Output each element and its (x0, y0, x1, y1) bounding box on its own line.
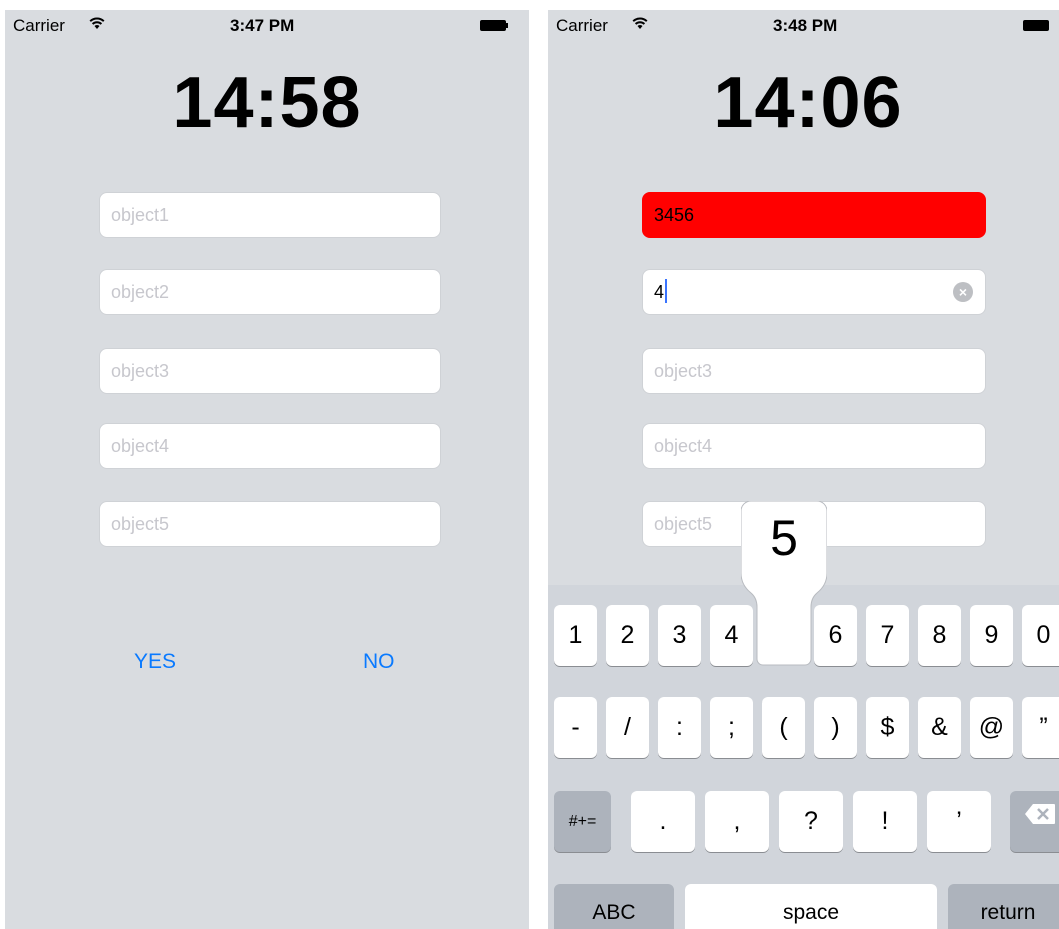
key-at[interactable]: @ (970, 697, 1013, 758)
key-3[interactable]: 3 (658, 605, 701, 666)
key-0[interactable]: 0 (1022, 605, 1059, 666)
return-key[interactable]: return (948, 884, 1059, 929)
left-screen: Carrier 3:47 PM 14:58 object1 object2 ob… (5, 10, 529, 929)
right-screen: Carrier 3:48 PM 14:06 3456 4 × object3 o… (548, 10, 1059, 929)
battery-icon (1023, 20, 1049, 31)
object3-field[interactable]: object3 (99, 348, 441, 394)
key-8[interactable]: 8 (918, 605, 961, 666)
object3-placeholder: object3 (654, 361, 713, 381)
key-slash[interactable]: / (606, 697, 649, 758)
object2-field[interactable]: 4 × (642, 269, 986, 315)
object4-field[interactable]: object4 (99, 423, 441, 469)
object1-value: 3456 (654, 205, 695, 225)
status-bar: Carrier 3:48 PM (548, 10, 1059, 40)
key-apostrophe[interactable]: ’ (927, 791, 991, 852)
battery-tip (506, 23, 508, 28)
status-time: 3:47 PM (230, 16, 295, 35)
object3-field[interactable]: object3 (642, 348, 986, 394)
object2-value: 4 (654, 282, 665, 302)
key-question[interactable]: ? (779, 791, 843, 852)
yes-button[interactable]: YES (134, 650, 176, 674)
key-7[interactable]: 7 (866, 605, 909, 666)
key-period[interactable]: . (631, 791, 695, 852)
delete-key[interactable] (1010, 791, 1059, 852)
key-ampersand[interactable]: & (918, 697, 961, 758)
carrier-label: Carrier (556, 16, 608, 35)
key-1[interactable]: 1 (554, 605, 597, 666)
key-quote[interactable]: ” (1022, 697, 1059, 758)
key-colon[interactable]: : (658, 697, 701, 758)
key-2[interactable]: 2 (606, 605, 649, 666)
status-time: 3:48 PM (773, 16, 838, 35)
no-button[interactable]: NO (363, 650, 395, 674)
status-bar: Carrier 3:47 PM (5, 10, 529, 40)
key-9[interactable]: 9 (970, 605, 1013, 666)
clear-icon[interactable]: × (953, 282, 973, 302)
space-key[interactable]: space (685, 884, 937, 929)
symbols-mode-key[interactable]: #+= (554, 791, 611, 852)
countdown-clock: 14:58 (172, 63, 362, 143)
object2-field[interactable]: object2 (99, 269, 441, 315)
object5-placeholder: object5 (654, 514, 713, 534)
object2-placeholder: object2 (111, 282, 170, 302)
object1-placeholder: object1 (111, 205, 170, 225)
delete-icon (1025, 804, 1055, 824)
abc-key[interactable]: ABC (554, 884, 674, 929)
object5-placeholder: object5 (111, 514, 170, 534)
key-exclamation[interactable]: ! (853, 791, 917, 852)
object1-field[interactable]: object1 (99, 192, 441, 238)
object4-placeholder: object4 (654, 436, 713, 456)
object4-placeholder: object4 (111, 436, 170, 456)
text-caret (665, 279, 668, 303)
key-close-paren[interactable]: ) (814, 697, 857, 758)
object3-placeholder: object3 (111, 361, 170, 381)
countdown-clock: 14:06 (713, 63, 903, 143)
wifi-icon (632, 15, 648, 35)
key-dollar[interactable]: $ (866, 697, 909, 758)
wifi-icon (89, 15, 105, 35)
key-hyphen[interactable]: - (554, 697, 597, 758)
object1-field[interactable]: 3456 (642, 192, 986, 238)
key-open-paren[interactable]: ( (762, 697, 805, 758)
key-5-label: 5 (770, 510, 798, 566)
carrier-label: Carrier (13, 16, 65, 35)
battery-icon (480, 20, 506, 31)
key-5-popup[interactable]: 5 (741, 501, 827, 666)
key-comma[interactable]: , (705, 791, 769, 852)
object4-field[interactable]: object4 (642, 423, 986, 469)
key-semicolon[interactable]: ; (710, 697, 753, 758)
object5-field[interactable]: object5 (99, 501, 441, 547)
